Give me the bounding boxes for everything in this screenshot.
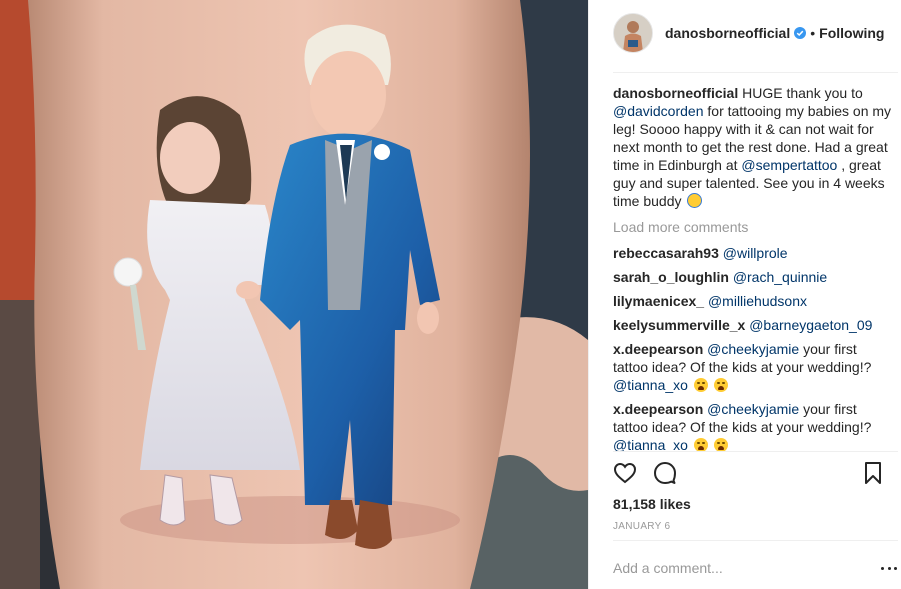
raising-hands-emoji (687, 193, 703, 208)
post-date: JANUARY 6 (613, 521, 671, 532)
comment-bubble-icon (654, 462, 676, 484)
comment-item: x.deepearson @cheekyjamie your first tat… (613, 400, 893, 451)
more-options-icon[interactable] (881, 560, 897, 576)
caption-text: HUGE thank you to (742, 85, 863, 101)
comment-mention[interactable]: @barneygaeton_09 (749, 317, 872, 333)
header-username[interactable]: danosborneofficial (665, 25, 790, 41)
verified-badge-icon (794, 27, 807, 39)
actions-divider (613, 451, 898, 452)
header-divider (613, 72, 898, 73)
weary-face-emoji (713, 378, 728, 392)
comment-username[interactable]: lilymaenicex_ (613, 293, 704, 309)
load-more-comments-button[interactable]: Load more comments (613, 218, 893, 236)
following-button[interactable]: Following (819, 25, 884, 41)
comment-mention[interactable]: @rach_quinnie (733, 269, 827, 285)
comment-username[interactable]: rebeccasarah93 (613, 245, 719, 261)
post-header: danosborneofficial • Following (613, 13, 901, 53)
add-comment-input[interactable] (613, 559, 853, 577)
post-photo[interactable] (0, 0, 588, 589)
comment-button[interactable] (653, 461, 677, 485)
heart-icon (613, 462, 637, 484)
save-button[interactable] (861, 461, 885, 485)
likes-count[interactable]: 81,158 likes (613, 496, 691, 512)
comment-mention[interactable]: @milliehudsonx (708, 293, 807, 309)
comment-item: lilymaenicex_ @milliehudsonx (613, 292, 893, 310)
comment-item: keelysummerville_x @barneygaeton_09 (613, 316, 893, 334)
comment-mention[interactable]: @tianna_xo (613, 377, 688, 393)
post-caption: danosborneofficial HUGE thank you to @da… (613, 84, 893, 210)
comment-item: x.deepearson @cheekyjamie your first tat… (613, 340, 893, 394)
avatar[interactable] (613, 13, 653, 53)
comment-mention[interactable]: @cheekyjamie (707, 401, 799, 417)
comment-item: sarah_o_loughlin @rach_quinnie (613, 268, 893, 286)
post-details-panel: danosborneofficial • Following danosborn… (588, 0, 901, 589)
comment-mention[interactable]: @willprole (723, 245, 788, 261)
comments-list[interactable]: danosborneofficial HUGE thank you to @da… (613, 84, 893, 451)
comment-mention[interactable]: @cheekyjamie (707, 341, 799, 357)
avatar-image (614, 14, 652, 52)
comment-divider (613, 540, 898, 541)
tattoo-photo-image (0, 0, 588, 589)
weary-face-emoji (713, 438, 728, 451)
post-actions-bar (613, 461, 885, 487)
bookmark-icon (865, 462, 881, 484)
comment-username[interactable]: x.deepearson (613, 401, 703, 417)
comment-username[interactable]: keelysummerville_x (613, 317, 745, 333)
header-separator: • (810, 25, 816, 41)
caption-username[interactable]: danosborneofficial (613, 85, 738, 101)
caption-mention-davidcorden[interactable]: @davidcorden (613, 103, 704, 119)
comment-mention[interactable]: @tianna_xo (613, 437, 688, 451)
caption-mention-sempertattoo[interactable]: @sempertattoo (741, 157, 837, 173)
comment-item: rebeccasarah93 @willprole (613, 244, 893, 262)
weary-face-emoji (693, 378, 708, 392)
comment-username[interactable]: x.deepearson (613, 341, 703, 357)
comment-username[interactable]: sarah_o_loughlin (613, 269, 729, 285)
weary-face-emoji (693, 438, 708, 451)
like-button[interactable] (613, 461, 637, 485)
